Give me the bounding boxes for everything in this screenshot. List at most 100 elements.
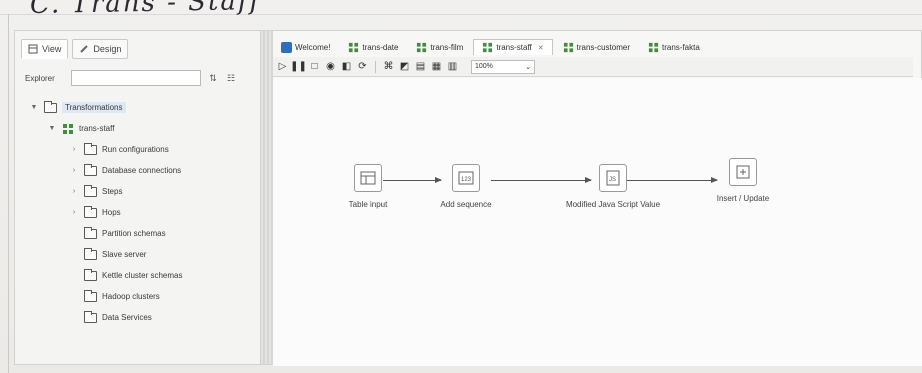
folder-icon: [84, 289, 97, 302]
javascript-icon: JS: [599, 164, 627, 192]
tree-item[interactable]: Slave server: [29, 244, 255, 265]
filter-list-icon[interactable]: ☷: [225, 72, 237, 84]
run-icon[interactable]: ▷: [277, 61, 288, 72]
tree-label: Slave server: [102, 250, 147, 259]
insert-update-icon: [729, 158, 757, 186]
tree-label: Transformations: [62, 102, 126, 113]
tab-label: Welcome!: [295, 42, 331, 52]
zoom-select[interactable]: 100% ⌄: [471, 59, 535, 74]
table-input-icon: [354, 164, 382, 192]
transformation-icon: [349, 42, 359, 52]
tab-label: trans-fakta: [662, 42, 700, 52]
tree-item-trans-staff[interactable]: ▼ trans-staff: [29, 118, 255, 139]
transformation-toolbar: ▷ ❚❚ □ ◉ ◧ ⟳ ⌘ ◩ ▤ ▦ ▥ 100% ⌄: [273, 57, 913, 77]
pencil-icon: [80, 45, 89, 53]
pane-splitter[interactable]: [261, 31, 273, 364]
tab-view-label: View: [42, 44, 62, 54]
folder-icon: [84, 184, 97, 197]
impact-icon[interactable]: ◩: [399, 61, 410, 72]
verify-icon[interactable]: ⌘: [383, 61, 394, 72]
transformation-canvas[interactable]: Table input 123 Add sequence JS Modified…: [273, 78, 922, 366]
explorer-label: Explorer: [25, 73, 55, 83]
tree-label: Kettle cluster schemas: [102, 271, 183, 280]
svg-text:JS: JS: [609, 177, 616, 183]
chevron-right-icon[interactable]: ›: [69, 167, 79, 174]
tree-label: Data Services: [102, 313, 152, 322]
tree-item[interactable]: › Hops: [29, 202, 255, 223]
folder-icon: [84, 226, 97, 239]
explorer-search-row: Explorer ⇅ ☷: [25, 69, 257, 87]
folder-icon: [44, 100, 57, 113]
tab-design-label: Design: [93, 44, 122, 54]
explore-db-icon[interactable]: ▦: [431, 61, 442, 72]
tab-view[interactable]: View: [21, 39, 69, 59]
tab-trans-film[interactable]: trans-film: [408, 39, 471, 55]
tree-item[interactable]: › Run configurations: [29, 139, 255, 160]
chevron-down-icon[interactable]: ▼: [47, 125, 57, 132]
explorer-search-input[interactable]: [71, 70, 201, 86]
tree-label: Partition schemas: [102, 229, 166, 238]
folder-icon: [84, 247, 97, 260]
chevron-right-icon[interactable]: ›: [69, 188, 79, 195]
tree-label: Steps: [102, 187, 123, 196]
transformation-icon: [483, 42, 493, 53]
tab-trans-date[interactable]: trans-date: [340, 39, 406, 55]
add-sequence-icon: 123: [452, 164, 480, 192]
transformation-icon: [563, 42, 573, 52]
tree-label: Database connections: [102, 166, 182, 175]
step-label: Modified Java Script Value: [565, 200, 661, 209]
chevron-right-icon[interactable]: ›: [69, 209, 79, 216]
tree-item[interactable]: Hadoop clusters: [29, 286, 255, 307]
tree-label: trans-staff: [79, 124, 115, 133]
pause-icon[interactable]: ❚❚: [290, 61, 307, 72]
tab-welcome[interactable]: Welcome!: [273, 39, 338, 55]
margin-line: [8, 14, 9, 373]
step-label: Insert / Update: [716, 194, 770, 203]
tree-item[interactable]: Partition schemas: [29, 223, 255, 244]
tab-trans-customer[interactable]: trans-customer: [555, 39, 638, 55]
step-insert-update[interactable]: Insert / Update: [683, 158, 803, 203]
folder-icon: [84, 142, 97, 155]
folder-icon: [84, 163, 97, 176]
tree-item[interactable]: › Database connections: [29, 160, 255, 181]
tree-item-transformations[interactable]: ▼ Transformations: [29, 97, 255, 118]
svg-text:123: 123: [461, 177, 472, 183]
tree-item[interactable]: Data Services: [29, 307, 255, 328]
sql-icon[interactable]: ▤: [415, 61, 426, 72]
layout-icon[interactable]: ▥: [447, 61, 458, 72]
tab-label: trans-date: [362, 42, 399, 52]
collapse-all-icon[interactable]: ⇅: [207, 72, 219, 84]
tab-trans-fakta[interactable]: trans-fakta: [640, 39, 708, 55]
step-add-sequence[interactable]: 123 Add sequence: [406, 164, 526, 209]
chevron-down-icon[interactable]: ▼: [29, 104, 39, 111]
toolbar-separator: [375, 60, 376, 73]
tab-label: trans-staff: [496, 43, 532, 52]
tree-label: Hops: [102, 208, 121, 217]
chevron-right-icon[interactable]: ›: [69, 146, 79, 153]
debug-icon[interactable]: ◧: [341, 61, 352, 72]
close-icon[interactable]: ✕: [538, 44, 544, 52]
tree-label: Hadoop clusters: [102, 292, 160, 301]
transformation-icon: [417, 42, 427, 52]
tab-label: trans-customer: [576, 42, 630, 52]
welcome-icon: [281, 41, 292, 53]
zoom-value: 100%: [475, 63, 493, 70]
chevron-down-icon: ⌄: [525, 63, 531, 71]
folder-icon: [84, 310, 97, 323]
explorer-tree: ▼ Transformations ▼ trans-staff › Run con…: [29, 97, 255, 328]
folder-icon: [84, 205, 97, 218]
preview-icon[interactable]: ◉: [325, 61, 336, 72]
folder-icon: [84, 268, 97, 281]
stop-icon[interactable]: □: [309, 61, 320, 72]
tab-label: trans-film: [430, 42, 464, 52]
step-label: Add sequence: [440, 200, 492, 209]
editor-tab-bar: Welcome! trans-date trans-film trans-staff ✕…: [273, 37, 913, 55]
step-modified-javascript[interactable]: JS Modified Java Script Value: [548, 164, 678, 209]
tab-design[interactable]: Design: [72, 39, 129, 59]
tree-item[interactable]: › Steps: [29, 181, 255, 202]
tab-trans-staff[interactable]: trans-staff ✕: [473, 39, 553, 55]
replay-icon[interactable]: ⟳: [357, 61, 368, 72]
view-design-tabs: View Design: [21, 39, 129, 59]
tree-item[interactable]: Kettle cluster schemas: [29, 265, 255, 286]
spoon-window: View Design Explorer ⇅ ☷ ▼ Transformatio…: [14, 30, 922, 366]
